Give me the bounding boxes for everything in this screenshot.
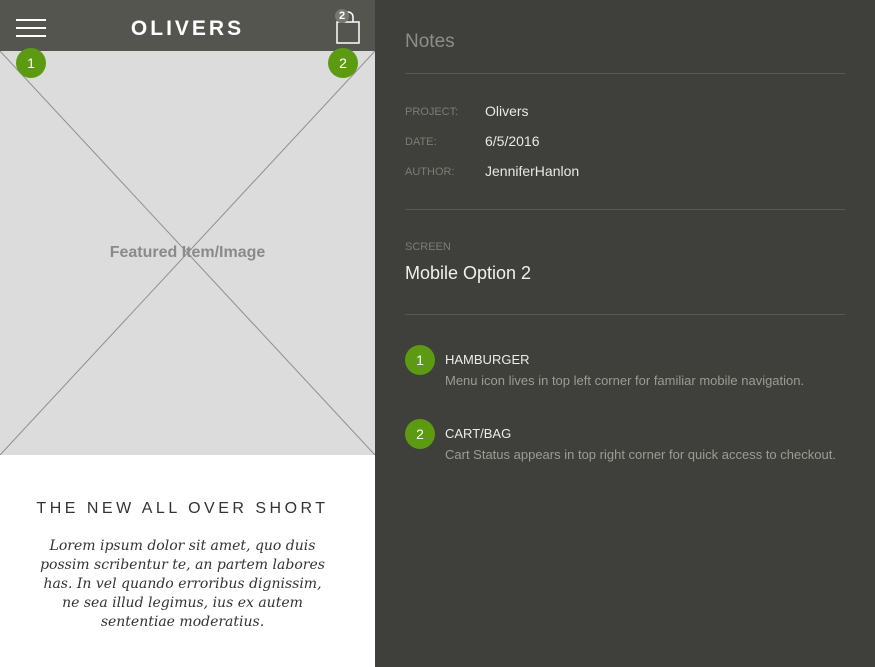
mobile-mockup: OLIVERS 2 Featured Item/Image 1 2 THE NE… (0, 0, 375, 667)
author-value: JenniferHanlon (485, 163, 580, 179)
product-title: THE NEW ALL OVER SHORT (36, 500, 329, 517)
annotation-number: 2 (405, 419, 435, 449)
divider (405, 73, 845, 74)
annotation-marker-1: 1 (16, 48, 46, 78)
annotation-title: CART/BAG (445, 426, 512, 441)
brand-logo[interactable]: OLIVERS (0, 16, 375, 42)
author-label: AUTHOR: (405, 166, 455, 178)
date-value: 6/5/2016 (485, 133, 540, 149)
mobile-header: OLIVERS 2 (0, 0, 375, 51)
featured-label: Featured Item/Image (109, 244, 266, 261)
annotation-description: Menu icon lives in top left corner for f… (445, 373, 805, 388)
annotation-title: HAMBURGER (445, 352, 530, 367)
divider (405, 209, 845, 210)
screen-label: SCREEN (405, 241, 451, 253)
annotation-marker-2: 2 (328, 48, 358, 78)
notes-title: Notes (405, 31, 455, 52)
product-description: Lorem ipsum dolor sit amet, quo duis pos… (40, 538, 325, 630)
divider (405, 314, 845, 315)
annotation-description: Cart Status appears in top right corner … (445, 447, 836, 462)
featured-image-placeholder[interactable]: Featured Item/Image (0, 51, 375, 455)
cart-bag-button[interactable]: 2 (335, 9, 361, 45)
annotation-number: 1 (405, 345, 435, 375)
notes-panel: Notes PROJECT: Olivers DATE: 6/5/2016 AU… (375, 0, 875, 667)
project-value: Olivers (485, 103, 529, 119)
cart-count-badge: 2 (335, 9, 349, 23)
date-label: DATE: (405, 136, 437, 148)
screen-name: Mobile Option 2 (405, 263, 532, 283)
project-label: PROJECT: (405, 106, 459, 118)
